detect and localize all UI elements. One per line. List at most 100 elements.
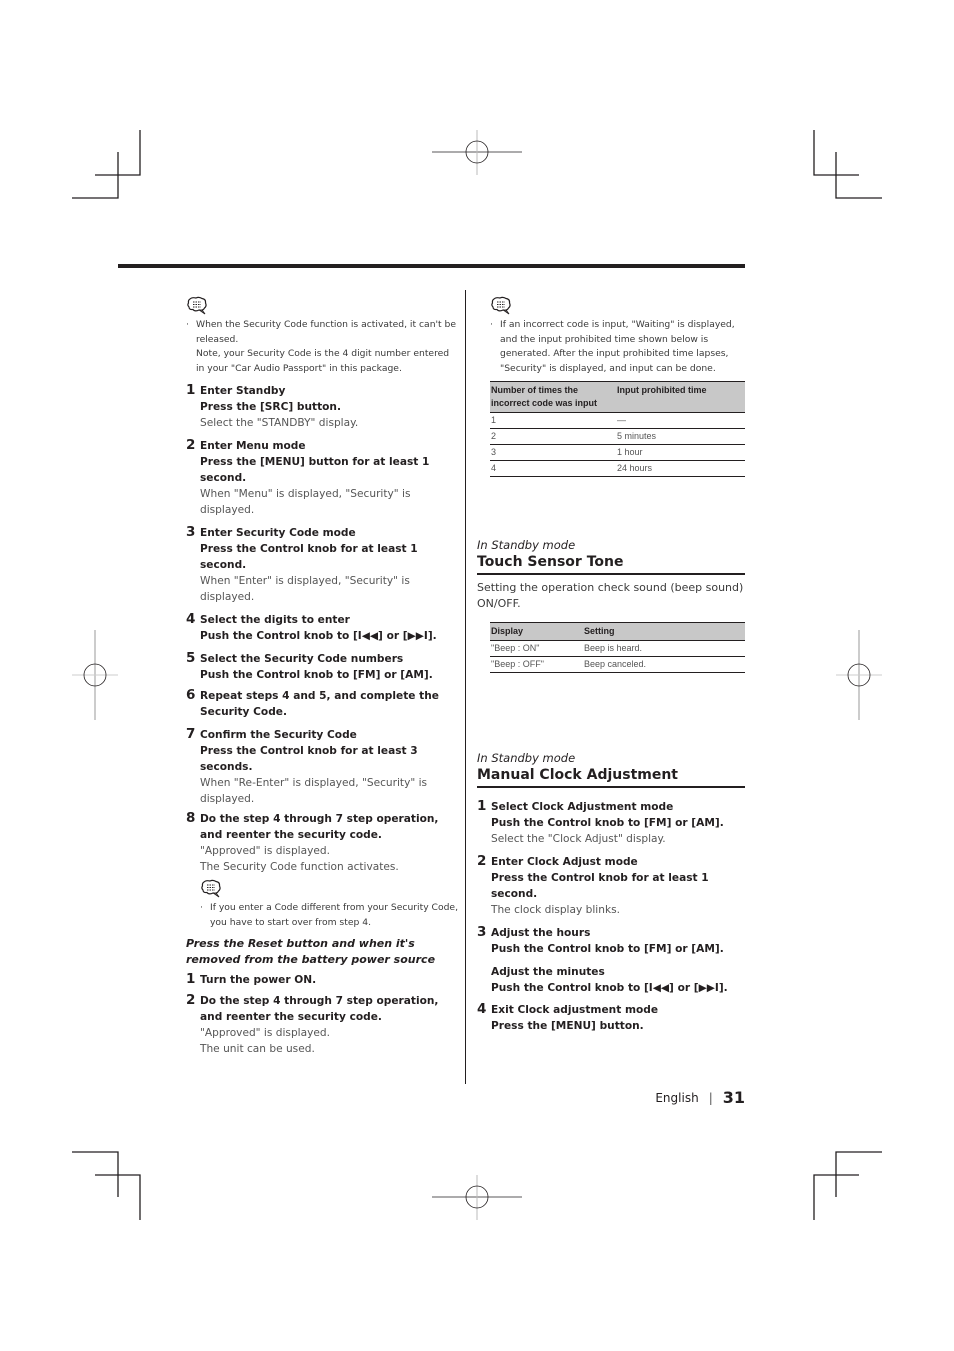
step-1: 1 Enter Standby Press the [SRC] button. … bbox=[186, 382, 458, 431]
reset-heading: Press the Reset button and when it's rem… bbox=[186, 937, 436, 966]
header-rule bbox=[118, 264, 745, 268]
page-footer: English | 31 bbox=[655, 1089, 745, 1107]
step-action: Press the Control knob for at least 1 se… bbox=[491, 872, 709, 900]
table-cell: 5 minutes bbox=[616, 428, 745, 445]
table-header-row: Display Setting bbox=[490, 622, 745, 641]
prohibited-time-table: Number of times the incorrect code was i… bbox=[490, 381, 745, 477]
crop-mark-bottom-left-outer bbox=[95, 1174, 141, 1220]
column-header: Input prohibited time bbox=[616, 381, 745, 413]
step-title: Exit Clock adjustment mode bbox=[491, 1004, 659, 1016]
note-text: If an incorrect code is input, "Waiting"… bbox=[500, 319, 735, 374]
section-title: Manual Clock Adjustment bbox=[477, 766, 745, 788]
table-row: 31 hour bbox=[490, 444, 745, 461]
step-6: 6 Repeat steps 4 and 5, and complete the… bbox=[186, 687, 458, 720]
step-title: Select the Security Code numbers bbox=[200, 653, 404, 665]
step-number: 3 bbox=[477, 924, 487, 940]
step-number: 5 bbox=[186, 650, 196, 666]
section-description: Setting the operation check sound (beep … bbox=[477, 581, 744, 610]
crop-mark-top-right-outer bbox=[813, 130, 859, 176]
registration-mark-left bbox=[72, 630, 118, 720]
table-cell: "Beep : OFF" bbox=[490, 656, 583, 673]
language-label: English bbox=[655, 1091, 699, 1105]
step-number: 6 bbox=[186, 687, 196, 703]
step-7: 7 Confirm the Security Code Press the Co… bbox=[186, 726, 458, 807]
step-title: Do the step 4 through 7 step operation, … bbox=[200, 995, 439, 1023]
step-description: "Approved" is displayed. bbox=[200, 1027, 330, 1039]
table-cell: Beep is heard. bbox=[583, 640, 745, 657]
table-cell: "Beep : ON" bbox=[490, 640, 583, 657]
step-subtitle: Adjust the minutes bbox=[491, 966, 605, 978]
security-code-note: · When the Security Code function is act… bbox=[186, 318, 458, 376]
registration-mark-top bbox=[432, 130, 522, 175]
wrong-code-note: · If you enter a Code different from you… bbox=[200, 901, 458, 930]
step-title: Select the digits to enter bbox=[200, 614, 350, 626]
step-number: 8 bbox=[186, 810, 196, 826]
reset-step-2: 2 Do the step 4 through 7 step operation… bbox=[186, 992, 458, 1057]
table-header-row: Number of times the incorrect code was i… bbox=[490, 381, 745, 413]
step-description: "Approved" is displayed. bbox=[200, 845, 330, 857]
step-description: When "Re-Enter" is displayed, "Security"… bbox=[200, 777, 428, 805]
table-cell: 24 hours bbox=[616, 460, 745, 477]
step-action: Push the Control knob to [FM] or [AM]. bbox=[200, 669, 433, 681]
note-line: When the Security Code function is activ… bbox=[196, 319, 457, 345]
step-title: Turn the power ON. bbox=[200, 974, 317, 986]
left-column: · When the Security Code function is act… bbox=[186, 296, 458, 1057]
table-row: 25 minutes bbox=[490, 428, 745, 445]
step-number: 4 bbox=[186, 611, 196, 627]
crop-mark-top-left bbox=[72, 152, 119, 199]
step-number: 7 bbox=[186, 726, 196, 742]
bullet: · bbox=[186, 319, 189, 330]
crop-mark-top-left-outer bbox=[95, 130, 141, 176]
step-number: 2 bbox=[186, 437, 196, 453]
step-title: Enter Standby bbox=[200, 385, 286, 397]
memo-icon bbox=[491, 296, 511, 315]
bullet: · bbox=[200, 902, 203, 913]
step-number: 3 bbox=[186, 524, 196, 540]
step-title: Enter Menu mode bbox=[200, 440, 306, 452]
footer-separator: | bbox=[708, 1091, 713, 1105]
step-8: 8 Do the step 4 through 7 step operation… bbox=[186, 810, 458, 930]
step-title: Confirm the Security Code bbox=[200, 729, 357, 741]
step-description: Select the "STANDBY" display. bbox=[200, 417, 359, 429]
step-description: Select the "Clock Adjust" display. bbox=[491, 833, 666, 845]
crop-mark-bottom-right-outer bbox=[813, 1174, 859, 1220]
step-number: 2 bbox=[186, 992, 196, 1008]
mode-label: In Standby mode bbox=[477, 538, 576, 552]
column-header: Number of times the incorrect code was i… bbox=[490, 381, 616, 413]
mode-label: In Standby mode bbox=[477, 751, 576, 765]
step-description: The Security Code function activates. bbox=[200, 861, 399, 873]
step-number: 4 bbox=[477, 1001, 487, 1017]
step-number: 1 bbox=[186, 382, 196, 398]
step-title: Select Clock Adjustment mode bbox=[491, 801, 674, 813]
table-cell: Beep canceled. bbox=[583, 656, 745, 673]
clock-adjust-section: In Standby mode Manual Clock Adjustment … bbox=[477, 750, 745, 1034]
step-number: 2 bbox=[477, 853, 487, 869]
step-4: 4 Select the digits to enter Push the Co… bbox=[186, 611, 458, 644]
table-cell: 2 bbox=[490, 428, 616, 445]
incorrect-code-note: · If an incorrect code is input, "Waitin… bbox=[490, 318, 745, 376]
step-2: 2 Enter Menu mode Press the [MENU] butto… bbox=[186, 437, 458, 518]
registration-mark-bottom bbox=[432, 1175, 522, 1220]
touch-sensor-section: In Standby mode Touch Sensor Tone Settin… bbox=[477, 537, 745, 673]
step-action: Push the Control knob to [I◀◀] or [▶▶I]. bbox=[491, 982, 728, 994]
note-text: If you enter a Code different from your … bbox=[210, 902, 458, 928]
table-cell: 1 bbox=[490, 412, 616, 429]
beep-setting-table: Display Setting "Beep : ON" Beep is heard… bbox=[490, 622, 745, 673]
clock-step-1: 1 Select Clock Adjustment mode Push the … bbox=[477, 798, 745, 847]
step-description: When "Menu" is displayed, "Security" is … bbox=[200, 488, 411, 516]
step-action: Push the Control knob to [FM] or [AM]. bbox=[491, 817, 724, 829]
bullet: · bbox=[490, 319, 493, 330]
column-header: Setting bbox=[583, 622, 745, 641]
table-cell: 1 hour bbox=[616, 444, 745, 461]
step-number: 1 bbox=[477, 798, 487, 814]
step-title: Do the step 4 through 7 step operation, … bbox=[200, 813, 439, 841]
step-action: Press the [MENU] button for at least 1 s… bbox=[200, 456, 430, 484]
clock-step-2: 2 Enter Clock Adjust mode Press the Cont… bbox=[477, 853, 745, 918]
step-action: Press the [MENU] button. bbox=[491, 1020, 644, 1032]
step-action: Press the Control knob for at least 1 se… bbox=[200, 543, 418, 571]
step-action: Push the Control knob to [I◀◀] or [▶▶I]. bbox=[200, 630, 437, 642]
table-cell: 3 bbox=[490, 444, 616, 461]
step-title: Enter Security Code mode bbox=[200, 527, 356, 539]
registration-mark-right bbox=[836, 630, 882, 720]
clock-step-3: 3 Adjust the hours Push the Control knob… bbox=[477, 924, 745, 996]
